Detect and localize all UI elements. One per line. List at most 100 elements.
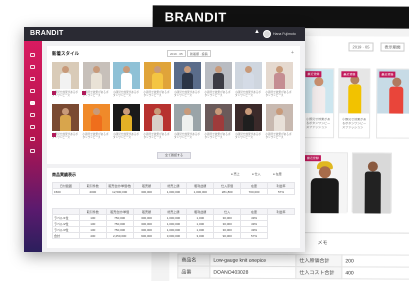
model-figure [153,108,161,115]
model-figure [153,66,161,73]
back-card[interactable]: 最近登録 小顔見せ效果があるボタンワンピースファッション [338,68,371,139]
screenshot-stage: BRANDIT 2019 · 05 表示期間 最近登録 小顔見せ效果があるボタン… [0,0,409,281]
style-photo[interactable] [174,62,201,89]
style-photo[interactable] [204,104,232,131]
model-figure [60,73,71,89]
table-cell: Low-gauge knit onepice [209,254,296,267]
table-cell: 2000 [78,188,107,195]
model-figure [123,66,130,73]
table-cell: 900,000 [132,232,161,239]
back-card[interactable]: 最近登録 小顔見せ效果があるボタンワンピースファッション [302,68,335,139]
avatar[interactable] [263,30,271,38]
back-brand-logo: BRANDIT [164,9,227,25]
style-photo[interactable] [82,62,110,89]
table-cell: 57% [240,232,268,239]
style-photo[interactable] [82,104,110,131]
model-figure [182,73,193,89]
settings-icon[interactable] [30,149,35,153]
table-cell: 仕入原価合計 [295,254,342,267]
style-photo[interactable] [52,62,79,89]
back-card[interactable]: 最近登録 [376,68,409,139]
section-title: 商品実績表示 [52,172,76,177]
model-figure [214,108,222,115]
sort-filter[interactable]: 新着順 · 投稿 [187,50,211,57]
photo-caption: 小顔見せ效果があるボタンワンピース [143,133,170,140]
model-figure [92,66,100,73]
photo-caption: 小顔見せ效果があるボタンワンピース [235,133,261,140]
table-cell: 200 [341,254,409,268]
photo-caption: 小顔見せ效果があるボタンワンピース [82,91,109,98]
style-photo[interactable] [143,62,171,89]
style-photo[interactable] [204,62,232,89]
model-figure [92,108,100,115]
table-cell: 281,800 [213,188,242,195]
front-window: BRANDIT ▲ Hana Fujimoto 新着スタイル 2019 · 05… [24,27,305,252]
model-figure [60,115,71,131]
grid-icon[interactable] [30,65,35,69]
model-figure [90,115,102,131]
model-figure [245,66,252,73]
photo-caption: 小顔見せ效果があるボタンワンピース [204,91,231,98]
box-icon[interactable] [30,113,35,117]
back-card-caption: 小顔見せ效果があるボタンワンピースファッション [306,117,331,130]
model-figure [245,108,252,115]
back-card[interactable]: 最近登録 [301,152,348,214]
add-icon[interactable]: + [291,50,294,56]
style-photo[interactable] [52,104,79,131]
back-card-tag: 最近登録 [305,71,322,78]
mail-icon[interactable] [30,137,35,141]
model-figure [214,66,222,73]
photo-caption: 小顔見せ效果があるボタンワンピース [113,91,139,98]
back-date-filter[interactable]: 2019 · 05 [348,42,374,52]
model-figure [151,73,163,89]
back-card-tag: 最近登録 [341,71,358,78]
style-photo[interactable] [265,62,293,89]
selected-tag-icon [51,133,56,137]
table-cell: 300,000 [132,188,161,195]
performance-card: 商品実績表示 ● 売上 ● 仕入 ● 在庫 日付範囲 取引件数 販売合計/単価/数販… [47,168,300,248]
bell-icon[interactable]: ▲ [254,29,260,35]
style-photo[interactable] [174,104,201,131]
style-photo[interactable] [113,104,140,131]
table-cell: 90,000 [213,232,242,239]
model-figure [273,73,285,89]
model-figure [273,115,285,131]
photo-caption: 小顔見せ效果があるボタンワンピース [235,91,261,98]
table-cell: 仕入コスト合計 [295,266,342,279]
photo-caption: 小顔見せ效果があるボタンワンピース [174,91,200,98]
model-figure [123,108,130,115]
user-icon[interactable] [30,125,35,129]
style-photo[interactable] [143,104,171,131]
photo-caption: 小顔見せ效果があるボタンワンピース [265,133,292,140]
user-name[interactable]: Hana Fujimoto [273,32,296,36]
legend-item: ● 仕入 [252,172,261,176]
back-card-tag: 最近登録 [379,71,396,78]
photo-caption: 小顔見せ效果があるボタンワンピース [174,133,200,140]
style-photo[interactable] [235,104,262,131]
back-card-image [302,153,347,214]
model-figure [151,115,163,131]
selected-tag-icon [51,91,56,95]
back-sort-filter[interactable]: 表示期間 [380,42,405,52]
table-row: 1500 2000 12,500,000 300,000 1,000,000 1,000,… [52,188,295,195]
home-icon[interactable] [30,53,35,57]
back-card-tag: 最近登録 [304,155,321,162]
tag-icon[interactable] [30,89,35,93]
model-figure [243,73,254,89]
photo-caption: 小顔見せ效果があるボタンワンピース [52,91,78,98]
table-row: 合計 400 2,250,000 900,000 3,000,000 3,000 90,00… [52,232,295,239]
view-all-button[interactable]: 全て確認する [157,152,191,159]
chart-icon[interactable] [30,101,35,105]
style-photo[interactable] [235,62,262,89]
period-filter[interactable]: 2019 · 05 [167,50,186,57]
legend-item: ● 在庫 [273,172,282,176]
table-cell: 3,000 [186,232,215,239]
table-cell: 12,500,000 [105,188,134,195]
list-icon[interactable] [30,77,35,81]
main-content: 新着スタイル 2019 · 05 新着順 · 投稿 + 小顔見せ效果があるボタン… [42,41,305,252]
back-card-image [352,153,391,214]
back-card[interactable] [351,152,392,214]
table-cell: 合計 [52,232,80,239]
style-photo[interactable] [265,104,293,131]
style-photo[interactable] [113,62,140,89]
